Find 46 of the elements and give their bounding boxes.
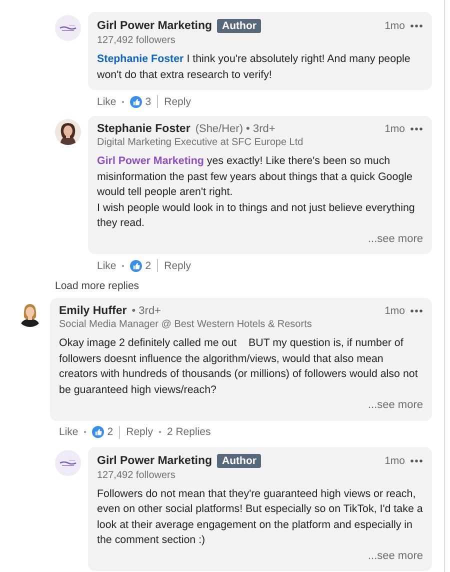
author-name[interactable]: Stephanie Foster (97, 123, 190, 135)
mention-link[interactable]: Girl Power Marketing (97, 155, 204, 167)
author-badge: Author (217, 454, 262, 468)
reaction-count: 3 (145, 96, 152, 108)
reaction-count: 2 (145, 260, 152, 272)
timestamp: 1mo (384, 123, 405, 135)
thumbs-up-icon (130, 96, 142, 108)
comment-text: Followers do not mean that they're guaranteed high views or reach, even on other social platforms! But especially so on TikTok, I'd take a look at their average engagement on the platform and especially in the comment section :) (97, 486, 423, 548)
more-options-icon[interactable] (410, 127, 423, 131)
author-headline: Social Media Manager @ Best Western Hotels & Resorts (59, 319, 313, 330)
company-logo (55, 15, 81, 41)
like-button[interactable]: Like (97, 96, 116, 108)
company-logo (55, 450, 81, 476)
like-button[interactable]: Like (59, 426, 78, 438)
thumbs-up-icon (130, 260, 142, 272)
see-more-link[interactable]: ...see more (368, 550, 423, 562)
reply-button[interactable]: Reply (126, 426, 153, 438)
more-options-icon[interactable] (410, 309, 423, 313)
more-options-icon[interactable] (410, 458, 423, 462)
comment-text: I wish people would look in to things and not just believe everything they read. (97, 200, 416, 231)
reply-button[interactable]: Reply (164, 96, 191, 108)
connection-degree: • 3rd+ (132, 305, 161, 317)
comment-text: Stephanie Foster I think you're absolutely right! And many people won't do that extra research to verify! (97, 52, 412, 82)
like-button[interactable]: Like (97, 260, 116, 272)
reply-button[interactable]: Reply (164, 260, 191, 272)
comment-text: Girl Power Marketing yes exactly! Like there's been so much misinformation the past few years about things that a quick Google would tell people aren't right. (97, 154, 414, 200)
timestamp: 1mo (384, 20, 405, 32)
comment-text: Okay image 2 definitely called me out BUT my question is, if number of followers doesnt influence the algorithm/views, would that also mean creators with hundreds of thousands (or millions) of followers would also not be guaranteed high views/reach? (59, 336, 419, 398)
connection-degree: (She/Her) • 3rd+ (195, 123, 276, 135)
replies-link[interactable]: 2 Replies (166, 426, 211, 438)
author-headline: 127,492 followers (97, 35, 176, 46)
load-more-link[interactable]: Load more replies (55, 280, 140, 292)
see-more-link[interactable]: ...see more (368, 232, 423, 244)
author-name[interactable]: Girl Power Marketing (97, 454, 212, 466)
author-headline: 127,492 followers (97, 470, 176, 480)
mention-link[interactable]: Stephanie Foster (97, 53, 184, 65)
timestamp: 1mo (384, 454, 405, 466)
timestamp: 1mo (384, 305, 405, 317)
thumbs-up-icon (92, 426, 104, 438)
author-headline: Digital Marketing Executive at SFC Europe Ltd (97, 137, 304, 148)
reaction-count: 2 (107, 426, 114, 438)
author-name[interactable]: Emily Huffer (59, 305, 127, 317)
more-options-icon[interactable] (410, 24, 423, 28)
author-name[interactable]: Girl Power Marketing (97, 20, 212, 32)
author-badge: Author (217, 19, 262, 33)
see-more-link[interactable]: ...see more (368, 399, 423, 411)
